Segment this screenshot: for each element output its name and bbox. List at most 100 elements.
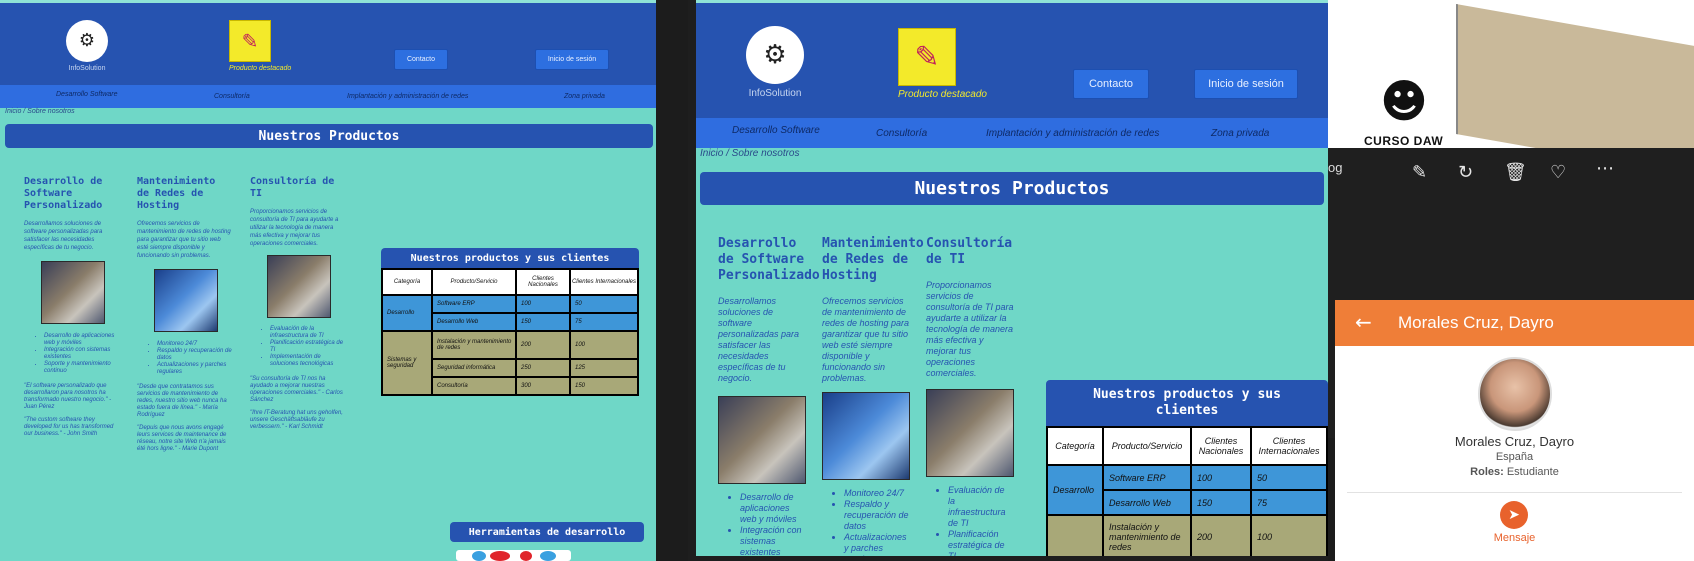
testimonial: "Ihre IT-Beratung hat uns geholfen, unse… — [250, 410, 343, 430]
list-item: Evaluación de la infraestructura de TI — [270, 326, 346, 340]
avatar[interactable] — [1478, 357, 1552, 431]
table-cell: Desarrollo — [381, 294, 433, 332]
product-column-hosting: Mantenimiento de Redes de Hosting Ofrece… — [822, 236, 924, 556]
main-nav: Desarrollo Software Consultoría Implanta… — [0, 85, 656, 108]
table-cell: 100 — [569, 330, 639, 360]
product-title: Consultoría de TI — [250, 176, 335, 199]
table-header: Clientes Nacionales — [515, 268, 571, 296]
video-caption: CURSO DAW — [1364, 134, 1444, 148]
product-title: Desarrollo de Software Personalizado — [718, 236, 820, 283]
table-cell: 300 — [515, 376, 571, 396]
contact-button[interactable]: Contacto — [394, 49, 448, 70]
product-title: Desarrollo de Software Personalizado — [24, 176, 103, 211]
list-item: Monitoreo 24/7 — [157, 341, 233, 348]
table-cell: 75 — [569, 312, 639, 332]
login-button[interactable]: Inicio de sesión — [535, 49, 609, 70]
list-item: Desarrollo de aplicaciones web y móviles — [740, 492, 806, 525]
product-column-software: Desarrollo de Software Personalizado Des… — [718, 236, 820, 556]
tool-logo-icon — [520, 551, 532, 561]
featured-product-image[interactable]: ✎ — [898, 28, 956, 86]
table-cell: Seguridad informática — [431, 358, 517, 378]
table-cell: 150 — [1190, 489, 1252, 516]
table-header: Clientes Internacionales — [569, 268, 639, 296]
login-button[interactable]: Inicio de sesión — [1194, 69, 1298, 99]
product-column-consulting: Consultoría de TI Proporcionamos servici… — [926, 236, 1022, 556]
products-table: Categoría Producto/Servicio Clientes Nac… — [1046, 426, 1328, 556]
table-header: Producto/Servicio — [431, 268, 517, 296]
nav-item-consultoria[interactable]: Consultoría — [214, 93, 250, 100]
whiteboard-image — [1456, 3, 1694, 148]
product-title: Mantenimiento de Redes de Hosting — [822, 236, 924, 283]
testimonial: "The custom software they developed for … — [24, 417, 114, 437]
message-button-label[interactable]: Mensaje — [1335, 532, 1694, 544]
section-title: Nuestros Productos — [700, 172, 1324, 205]
list-item: Desarrollo de aplicaciones web y móviles — [44, 333, 120, 347]
tool-logo-icon — [472, 551, 486, 561]
product-image — [41, 261, 105, 324]
company-logo[interactable]: ⚙ — [746, 26, 804, 84]
nav-item-zona-privada[interactable]: Zona privada — [564, 93, 605, 100]
rotate-icon[interactable]: ↻ — [1458, 162, 1473, 183]
nav-item-zona-privada[interactable]: Zona privada — [1211, 128, 1269, 139]
table-cell — [1046, 514, 1104, 556]
webpage-panel-right: ⚙ InfoSolution ✎ Producto destacado Cont… — [696, 0, 1328, 556]
testimonial: "Desde que contratamos sus servicios de … — [137, 384, 227, 418]
nav-item-redes[interactable]: Implantación y administración de redes — [347, 93, 468, 100]
nav-item-software[interactable]: Desarrollo Software — [732, 125, 820, 136]
contact-button[interactable]: Contacto — [1073, 69, 1149, 99]
table-cell: 75 — [1250, 489, 1328, 516]
video-preview[interactable]: ☻ CURSO DAW — [1328, 0, 1694, 148]
list-item: Planificación estratégica de TI — [948, 529, 1014, 556]
nav-item-redes[interactable]: Implantación y administración de redes — [986, 128, 1159, 139]
nav-item-software[interactable]: Desarrollo Software — [56, 91, 117, 98]
table-cell: 200 — [1190, 514, 1252, 556]
product-image — [926, 389, 1014, 477]
breadcrumb[interactable]: Inicio / Sobre nosotros — [700, 148, 800, 159]
nav-item-consultoria[interactable]: Consultoría — [876, 128, 927, 139]
delete-icon[interactable]: 🗑 — [1504, 162, 1527, 183]
company-logo[interactable]: ⚙ — [66, 20, 108, 62]
testimonial: "Su consultoría de TI nos ha ayudado a m… — [250, 376, 343, 403]
table-cell: Software ERP — [431, 294, 517, 314]
back-arrow-icon[interactable]: ← — [1355, 310, 1372, 334]
product-description: Desarrollamos soluciones de software per… — [24, 221, 103, 251]
list-item: Implementación de soluciones tecnológica… — [270, 354, 346, 368]
table-row: Instalación y mantenimiento de redes 200… — [1046, 514, 1328, 556]
contact-card-header: ← Morales Cruz, Dayro — [1335, 300, 1694, 346]
roles-label: Roles: — [1470, 466, 1504, 478]
contact-roles: Roles: Estudiante — [1335, 466, 1694, 478]
contact-card: ← Morales Cruz, Dayro Morales Cruz, Dayr… — [1335, 300, 1694, 561]
pencil-ruler-icon: ✎ — [241, 30, 259, 53]
list-item: Respaldo y recuperación de datos — [844, 499, 910, 532]
product-description: Ofrecemos servicios de mantenimiento de … — [822, 296, 910, 383]
breadcrumb[interactable]: Inicio / Sobre nosotros — [5, 108, 75, 115]
table-header: Clientes Internacionales — [1250, 426, 1328, 466]
logo-text: InfoSolution — [748, 88, 802, 99]
featured-product-label: Producto destacado — [229, 65, 292, 72]
table-cell: 150 — [569, 376, 639, 396]
send-message-icon[interactable]: ➤ — [1500, 501, 1528, 529]
section-title: Nuestros Productos — [5, 124, 653, 148]
table-cell: Desarrollo Web — [431, 312, 517, 332]
list-item: Integración con sistemas existentes — [740, 525, 806, 556]
gear-icon: ⚙ — [763, 40, 787, 70]
product-description: Proporcionamos servicios de consultoría … — [926, 280, 1014, 378]
site-header: ⚙ InfoSolution ✎ Producto destacado Cont… — [0, 0, 656, 85]
table-cell: Sistemas y seguridad — [381, 330, 433, 396]
list-item: Actualizaciones y parches regulares — [844, 532, 910, 556]
table-header: Producto/Servicio — [1102, 426, 1192, 466]
more-icon[interactable]: ⋯ — [1596, 158, 1614, 179]
main-nav: Desarrollo Software Consultoría Implanta… — [696, 118, 1328, 148]
product-image — [267, 255, 331, 318]
featured-product-image[interactable]: ✎ — [229, 20, 271, 62]
edit-image-icon[interactable]: ✎ — [1412, 162, 1427, 183]
table-header: Clientes Nacionales — [1190, 426, 1252, 466]
table-cell: 100 — [1190, 464, 1252, 491]
list-item: Actualizaciones y parches regulares — [157, 362, 233, 376]
contact-name: Morales Cruz, Dayro — [1454, 434, 1575, 449]
product-column-consulting: Consultoría de TI Proporcionamos servici… — [250, 176, 346, 431]
table-cell: 200 — [515, 330, 571, 360]
table-cell: 100 — [1250, 514, 1328, 556]
heart-icon[interactable]: ♡ — [1550, 162, 1566, 183]
roles-value: Estudiante — [1506, 466, 1559, 478]
